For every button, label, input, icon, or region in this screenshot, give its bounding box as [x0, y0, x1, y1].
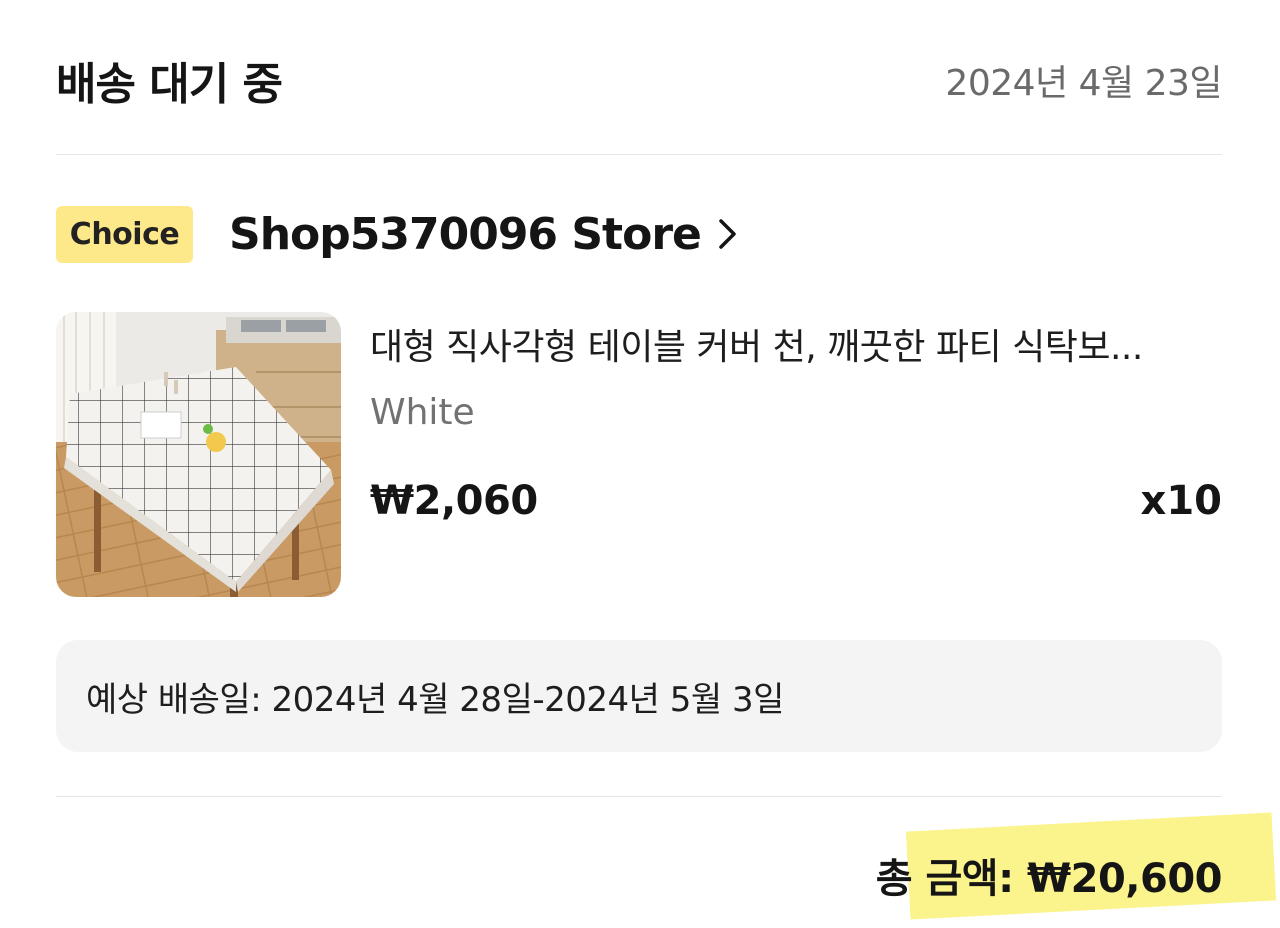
divider — [56, 154, 1222, 155]
choice-badge: Choice — [56, 205, 193, 263]
product-image[interactable] — [56, 312, 341, 597]
delivery-estimate-box: 예상 배송일: 2024년 4월 28일-2024년 5월 3일 — [56, 640, 1222, 752]
chevron-right-icon — [717, 217, 739, 251]
product-price: ₩2,060 — [370, 478, 538, 524]
order-header: 배송 대기 중 2024년 4월 23일 — [56, 40, 1222, 120]
order-date: 2024년 4월 23일 — [945, 63, 1222, 104]
divider — [56, 796, 1222, 797]
store-name: Shop5370096 Store — [229, 208, 702, 260]
product-quantity: x10 — [1140, 478, 1222, 524]
order-status: 배송 대기 중 — [56, 59, 283, 110]
store-link[interactable]: Choice Shop5370096 Store — [56, 204, 739, 264]
order-card: 배송 대기 중 2024년 4월 23일 Choice Shop5370096 … — [0, 0, 1280, 928]
product-variant: White — [370, 392, 475, 433]
product-title[interactable]: 대형 직사각형 테이블 커버 천, 깨끗한 파티 식탁보... — [370, 318, 1222, 370]
delivery-estimate: 예상 배송일: 2024년 4월 28일-2024년 5월 3일 — [86, 679, 784, 720]
total-amount: 총 금액: ₩20,600 — [875, 856, 1223, 902]
